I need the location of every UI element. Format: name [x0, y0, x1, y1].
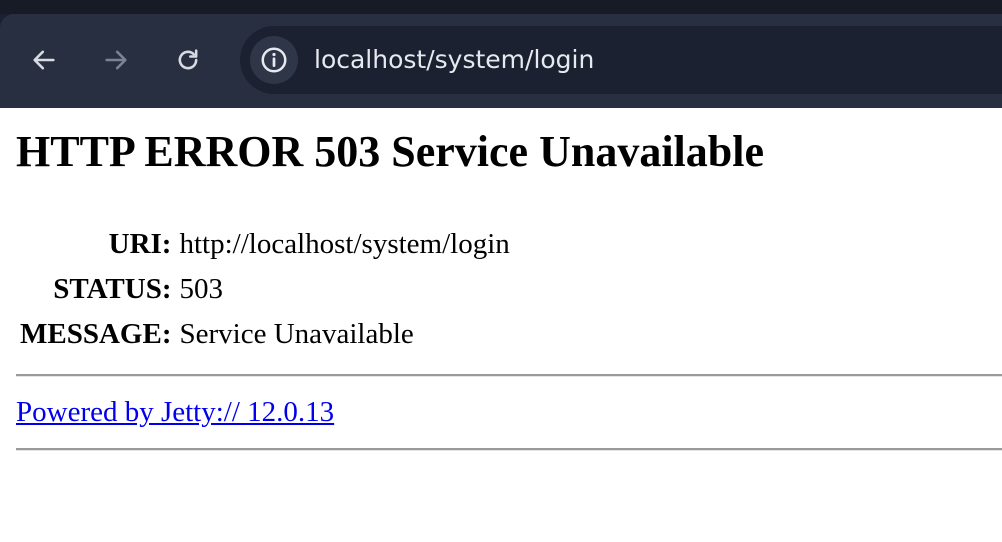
arrow-left-icon [33, 50, 55, 70]
status-label: STATUS: [53, 273, 172, 305]
url-text[interactable]: localhost/system/login [314, 44, 594, 76]
divider [16, 374, 1002, 377]
uri-label: URI: [108, 228, 172, 260]
powered-by-jetty-link[interactable]: Powered by Jetty:// 12.0.13 [16, 394, 334, 430]
table-row: URI: http://localhost/system/login [16, 222, 514, 267]
error-details-table: URI: http://localhost/system/login STATU… [16, 222, 514, 357]
message-value: Service Unavailable [179, 318, 414, 350]
forward-button[interactable] [98, 42, 134, 78]
address-bar[interactable]: localhost/system/login [240, 26, 1002, 94]
browser-chrome: localhost/system/login [0, 0, 1002, 108]
reload-icon [178, 49, 198, 70]
browser-toolbar: localhost/system/login [0, 14, 1002, 108]
arrow-right-icon [105, 50, 127, 70]
status-value: 503 [179, 273, 223, 305]
table-row: STATUS: 503 [16, 267, 514, 312]
divider [16, 448, 1002, 451]
back-button[interactable] [26, 42, 62, 78]
tab-strip [0, 0, 1002, 14]
site-info-button[interactable] [250, 36, 298, 84]
page-content: HTTP ERROR 503 Service Unavailable URI: … [0, 108, 1002, 542]
uri-value: http://localhost/system/login [179, 228, 510, 260]
message-label: MESSAGE: [20, 318, 172, 350]
table-row: MESSAGE: Service Unavailable [16, 312, 514, 357]
page-title: HTTP ERROR 503 Service Unavailable [16, 127, 764, 176]
reload-button[interactable] [170, 42, 206, 78]
info-icon [261, 47, 287, 73]
